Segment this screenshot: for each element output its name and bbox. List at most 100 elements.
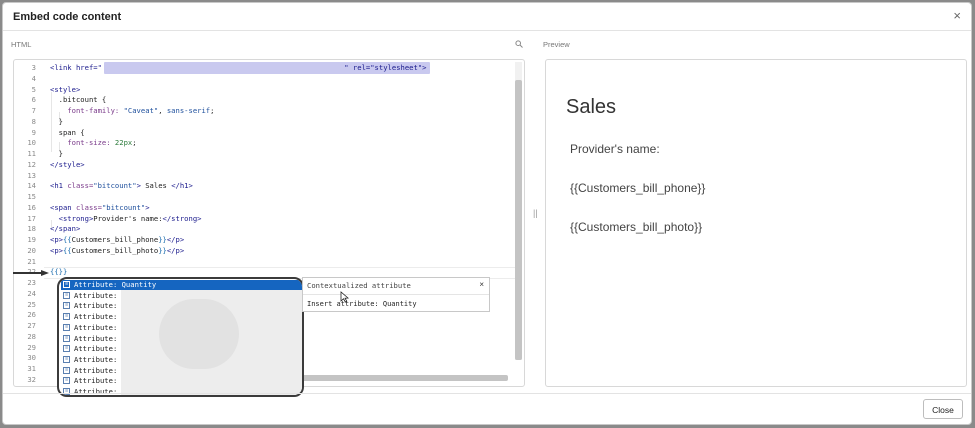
autocomplete-item[interactable]: ≡ Attribute: xyxy=(61,322,302,333)
line-number: 4 xyxy=(31,73,36,83)
line-number: 10 xyxy=(27,138,36,148)
line-number: 12 xyxy=(27,159,36,169)
preview-photo-placeholder: {{Customers_bill_photo}} xyxy=(570,220,703,234)
autocomplete-item-label: Attribute: xyxy=(74,333,118,343)
attribute-icon: ≡ xyxy=(63,291,70,299)
line-number: 29 xyxy=(27,342,36,352)
code-text: {{}} xyxy=(50,267,68,277)
code-text: <p>{{Customers_bill_phone}}</p> xyxy=(50,235,185,244)
autocomplete-item[interactable]: ≡ Attribute: xyxy=(61,365,302,376)
code-text: } xyxy=(50,149,63,158)
line-number: 11 xyxy=(27,149,36,158)
autocomplete-item[interactable]: ≡ Attribute: xyxy=(61,354,302,365)
line-number: 9 xyxy=(31,127,36,137)
line-number: 30 xyxy=(27,353,36,363)
autocomplete-item-label: Attribute: xyxy=(74,387,118,396)
line-number: 16 xyxy=(27,202,36,212)
line-number: 19 xyxy=(27,235,36,244)
line-number: 24 xyxy=(27,288,36,298)
autocomplete-item-label: Attribute: xyxy=(74,376,118,386)
attribute-icon: ≡ xyxy=(63,334,70,342)
autocomplete-item-label: Attribute: xyxy=(74,365,118,375)
mouse-cursor-icon xyxy=(340,291,349,303)
code-text: .bitcount { xyxy=(50,95,107,105)
pointer-arrow-icon xyxy=(13,270,49,276)
code-text: <span class="bitcount"> xyxy=(50,202,150,212)
attribute-icon: ≡ xyxy=(63,355,70,363)
autocomplete-item[interactable]: ≡ Attribute: xyxy=(61,344,302,354)
line-number: 20 xyxy=(27,245,36,255)
attribute-icon: ≡ xyxy=(63,323,70,331)
autocomplete-dropdown[interactable]: ≡ Attribute: Quantity ≡ Attribute: ≡ Attribut… xyxy=(57,277,304,397)
autocomplete-item[interactable]: ≡ Attribute: xyxy=(61,312,302,322)
line-number: 15 xyxy=(27,192,36,201)
attribute-icon: ≡ xyxy=(63,302,70,310)
attribute-icon: ≡ xyxy=(63,345,70,353)
autocomplete-item-label: Attribute: xyxy=(74,301,118,311)
line-number: 14 xyxy=(27,181,36,191)
attribute-icon: ≡ xyxy=(63,366,70,374)
autocomplete-item-label: Attribute: xyxy=(74,312,118,322)
line-number: 31 xyxy=(27,364,36,373)
code-text: <h1 class="bitcount"> Sales </h1> xyxy=(50,181,193,191)
code-text: </style> xyxy=(50,159,85,169)
autocomplete-item-label: Attribute: xyxy=(74,322,118,332)
autocomplete-item[interactable]: ≡ Attribute: xyxy=(61,387,302,396)
line-number: 33 xyxy=(24,386,36,387)
line-number: 7 xyxy=(31,106,36,115)
attribute-icon: ≡ xyxy=(63,281,70,288)
close-icon[interactable]: × xyxy=(953,8,961,23)
line-number: 32 xyxy=(27,374,36,384)
autocomplete-item-label: Attribute: xyxy=(74,354,118,364)
line-number: 6 xyxy=(31,95,36,105)
embed-code-dialog: Embed code content × HTML Preview 3 <link… xyxy=(2,2,972,425)
autocomplete-item[interactable]: ≡ Attribute: xyxy=(61,301,302,311)
line-number: 3 xyxy=(31,63,36,72)
code-text: font-size: 22px; xyxy=(67,138,137,148)
insert-attribute-text: Insert attribute: Quantity xyxy=(307,300,417,308)
pane-splitter-handle[interactable]: || xyxy=(533,208,538,218)
preview-phone-placeholder: {{Customers_bill_phone}} xyxy=(570,181,706,195)
line-number: 25 xyxy=(27,299,36,309)
autocomplete-item[interactable]: ≡ Attribute: xyxy=(61,376,302,386)
preview-pane: Sales Provider's name: {{Customers_bill_… xyxy=(545,59,967,387)
popup-title: Contextualized attribute xyxy=(307,281,411,290)
line-number: 23 xyxy=(27,278,36,287)
popup-close-icon[interactable]: × xyxy=(479,280,484,289)
code-text: <style> xyxy=(50,84,81,94)
footer-divider xyxy=(3,393,971,394)
vertical-scrollbar-thumb[interactable] xyxy=(515,80,522,360)
code-text: <p>{{Customers_bill_photo}}</p> xyxy=(50,245,185,255)
line-number: 17 xyxy=(27,213,36,223)
search-icon[interactable] xyxy=(515,40,523,48)
code-text: font-family: "Caveat", sans-serif; xyxy=(67,106,215,115)
line-number: 26 xyxy=(27,310,36,320)
close-button[interactable]: Close xyxy=(923,399,963,419)
line-number: 27 xyxy=(27,321,36,330)
line-number: 8 xyxy=(31,116,36,126)
code-text: </span> xyxy=(50,224,81,234)
code-text: span { xyxy=(50,127,85,137)
autocomplete-item[interactable]: ≡ Attribute: xyxy=(61,291,302,301)
line-number: 18 xyxy=(27,224,36,234)
autocomplete-item-label: Attribute: Quantity xyxy=(74,280,157,289)
code-text: <strong>Provider's name:</strong> xyxy=(50,213,202,223)
code-text: <link href=" " rel="stylesheet"> xyxy=(50,63,427,72)
popup-divider xyxy=(303,294,489,295)
autocomplete-item-label: Attribute: xyxy=(74,344,118,354)
preview-provider-name: Provider's name: xyxy=(570,142,660,156)
autocomplete-item[interactable]: ≡ Attribute: Quantity xyxy=(61,280,302,290)
line-number: 21 xyxy=(27,256,36,266)
horizontal-scrollbar-thumb[interactable] xyxy=(298,375,508,381)
code-text: } xyxy=(50,116,63,126)
line-number: 13 xyxy=(27,170,36,180)
line-number: 28 xyxy=(27,331,36,341)
preview-heading: Sales xyxy=(566,96,617,118)
header-divider xyxy=(3,30,971,31)
html-pane-label: HTML xyxy=(11,40,32,49)
autocomplete-item[interactable]: ≡ Attribute: xyxy=(61,333,302,344)
preview-pane-label: Preview xyxy=(543,40,570,49)
dialog-title: Embed code content xyxy=(13,11,122,23)
attribute-icon: ≡ xyxy=(63,313,70,321)
contextualized-attribute-popup: Contextualized attribute × Insert attrib… xyxy=(302,277,490,312)
